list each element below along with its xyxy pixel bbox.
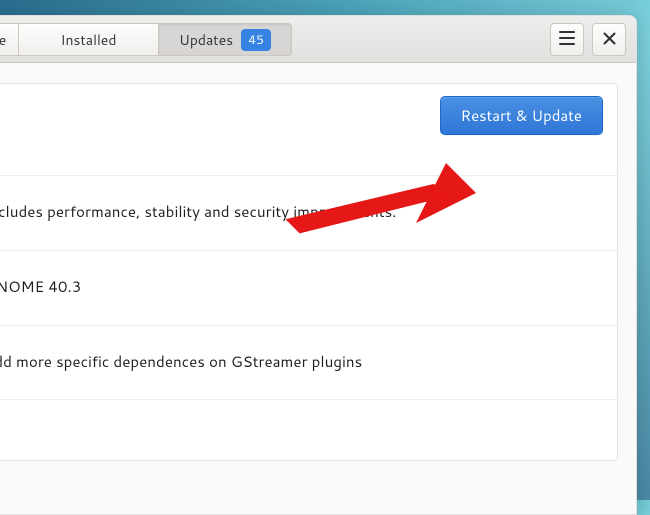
update-item[interactable]: Add more specific dependences on GStream… bbox=[0, 326, 617, 400]
tab-explore-fragment[interactable]: e bbox=[0, 23, 18, 56]
update-description: Includes performance, stability and secu… bbox=[0, 202, 396, 222]
headerbar: e Installed Updates 45 bbox=[0, 16, 636, 63]
content-area: Restart & Update Includes performance, s… bbox=[0, 63, 636, 514]
updates-panel: Restart & Update Includes performance, s… bbox=[0, 83, 618, 461]
update-item[interactable]: GNOME 40.3 bbox=[0, 251, 617, 325]
updates-count-badge: 45 bbox=[241, 29, 271, 51]
action-row: Restart & Update bbox=[0, 84, 617, 175]
close-button[interactable] bbox=[592, 23, 626, 56]
tab-updates[interactable]: Updates 45 bbox=[158, 23, 292, 56]
update-description: Add more specific dependences on GStream… bbox=[0, 352, 362, 372]
tab-label: e bbox=[0, 30, 6, 50]
hamburger-icon bbox=[559, 28, 575, 51]
tab-label: Installed bbox=[61, 30, 117, 50]
update-item[interactable]: Includes performance, stability and secu… bbox=[0, 176, 617, 250]
update-item[interactable] bbox=[0, 400, 617, 460]
close-icon bbox=[603, 28, 616, 51]
restart-update-button[interactable]: Restart & Update bbox=[440, 96, 603, 135]
update-description: GNOME 40.3 bbox=[0, 277, 81, 297]
tab-installed[interactable]: Installed bbox=[18, 23, 158, 56]
view-switcher: e Installed Updates 45 bbox=[0, 16, 292, 62]
software-window: e Installed Updates 45 Restart & Updat bbox=[0, 15, 637, 515]
tab-label: Updates bbox=[179, 30, 233, 50]
menu-button[interactable] bbox=[550, 23, 584, 56]
